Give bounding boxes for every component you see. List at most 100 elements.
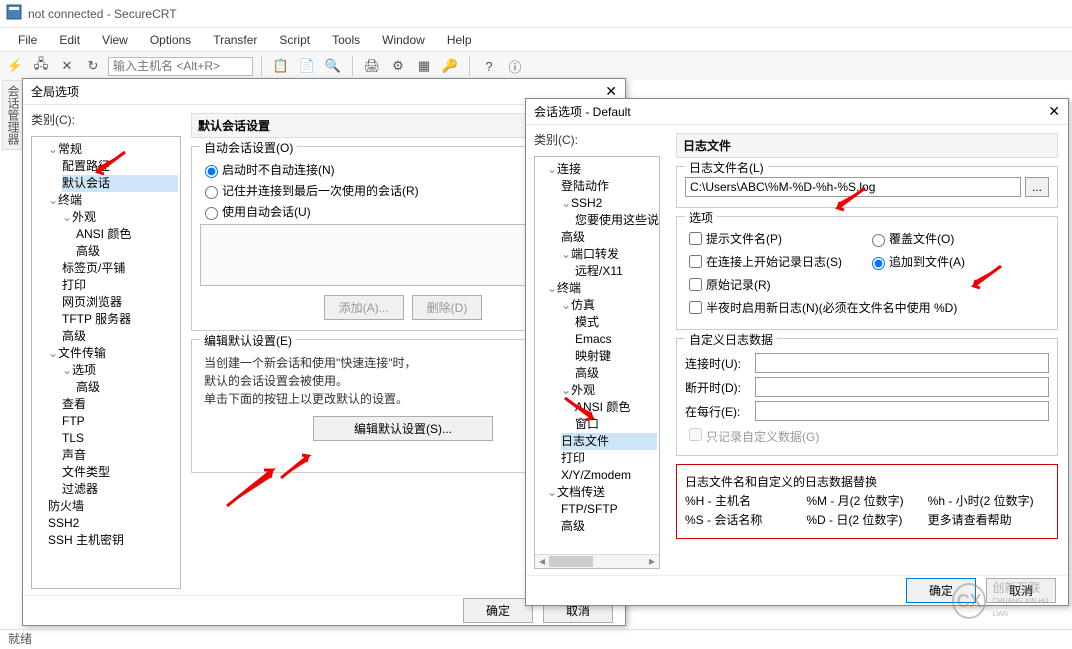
radio-overwrite[interactable] (872, 234, 885, 247)
tree-tabs[interactable]: 标签页/平铺 (62, 260, 178, 277)
tree-tls[interactable]: TLS (62, 430, 178, 447)
tree2-emulation[interactable]: 仿真 (571, 298, 595, 312)
tree2-logon[interactable]: 登陆动作 (561, 178, 657, 195)
tree-view[interactable]: 查看 (62, 396, 178, 413)
toolbar-connect-icon[interactable]: ⚡ (4, 55, 26, 77)
tree-advanced2[interactable]: 高级 (62, 328, 178, 345)
tree2-advanced2[interactable]: 高级 (575, 365, 657, 382)
tree2-mode[interactable]: 模式 (575, 314, 657, 331)
tree-filters[interactable]: 过滤器 (62, 481, 178, 498)
tree-filetransfer[interactable]: 文件传输 (58, 346, 106, 360)
tree2-advanced3[interactable]: 高级 (561, 518, 657, 535)
radio-use-auto[interactable] (205, 207, 218, 220)
tree-ssh2[interactable]: SSH2 (48, 515, 178, 532)
window-title: not connected - SecureCRT (28, 7, 177, 21)
tree-hscroll[interactable]: ◂▸ (535, 554, 659, 568)
chk-midnight[interactable] (689, 301, 702, 314)
tree2-ssh2-hint[interactable]: 您要使用这些说 (575, 212, 657, 229)
tree-filetypes[interactable]: 文件类型 (62, 464, 178, 481)
radio-append[interactable] (872, 257, 885, 270)
toolbar-settings-icon[interactable]: ⚙ (387, 55, 409, 77)
tree-sound[interactable]: 声音 (62, 447, 178, 464)
connect-input[interactable] (755, 353, 1049, 373)
toolbar-copy-icon[interactable]: 📋 (270, 55, 292, 77)
dlg1-ok-button[interactable]: 确定 (463, 598, 533, 623)
tree2-remote-x11[interactable]: 远程/X11 (575, 263, 657, 280)
eachline-input[interactable] (755, 401, 1049, 421)
chk-start-on-connect[interactable] (689, 255, 702, 268)
statusbar: 就绪 (0, 629, 1072, 649)
dlg2-titlebar: 会话选项 - Default ✕ (526, 99, 1068, 125)
delete-button[interactable]: 删除(D) (412, 295, 483, 320)
tree-sshkeys[interactable]: SSH 主机密钥 (48, 532, 178, 549)
menu-file[interactable]: File (8, 31, 47, 49)
tree-advanced3[interactable]: 高级 (76, 379, 178, 396)
menu-help[interactable]: Help (437, 31, 482, 49)
chk-prompt-filename[interactable] (689, 232, 702, 245)
tree2-ssh2[interactable]: SSH2 (571, 196, 602, 210)
tree-appearance[interactable]: 外观 (72, 210, 96, 224)
tree-firewall[interactable]: 防火墙 (48, 498, 178, 515)
dlg2-title: 会话选项 - Default (534, 103, 631, 120)
tree2-print[interactable]: 打印 (561, 450, 657, 467)
menu-view[interactable]: View (92, 31, 138, 49)
dlg1-tree-label: 类别(C): (31, 111, 181, 128)
menu-window[interactable]: Window (372, 31, 435, 49)
menu-tools[interactable]: Tools (322, 31, 370, 49)
tree2-emacs[interactable]: Emacs (575, 331, 657, 348)
toolbar-flash-icon[interactable]: 🖧 (30, 55, 52, 77)
toolbar-sep (261, 56, 262, 76)
menu-script[interactable]: Script (269, 31, 320, 49)
tree-web-browser[interactable]: 网页浏览器 (62, 294, 178, 311)
tree2-connection[interactable]: 连接 (557, 162, 581, 176)
host-input[interactable] (108, 57, 253, 76)
tree-print[interactable]: 打印 (62, 277, 178, 294)
toolbar-sep2 (352, 56, 353, 76)
menu-options[interactable]: Options (140, 31, 201, 49)
dlg1-tree[interactable]: ⌄常规 配置路径 默认会话 ⌄终端 ⌄外观 ANSI 颜色 高级 (31, 136, 181, 589)
radio-remember-last[interactable] (205, 186, 218, 199)
tree-tftp[interactable]: TFTP 服务器 (62, 311, 178, 328)
watermark-logo-icon: CX (952, 583, 986, 619)
tree-general[interactable]: 常规 (58, 142, 82, 156)
radio-no-auto-connect[interactable] (205, 165, 218, 178)
toolbar-find-icon[interactable]: 🔍 (322, 55, 344, 77)
tree-options[interactable]: 选项 (72, 363, 96, 377)
edit-default-button[interactable]: 编辑默认设置(S)... (313, 416, 493, 441)
tree2-appearance[interactable]: 外观 (571, 383, 595, 397)
toolbar-reconnect-icon[interactable]: ↻ (82, 55, 104, 77)
toolbar-about-icon[interactable]: ⓘ (504, 55, 526, 77)
toolbar-help-icon[interactable]: ? (478, 55, 500, 77)
dlg2-tree[interactable]: ⌄连接 登陆动作 ⌄SSH2 您要使用这些说 高级 ⌄端口转发 远程/X11 (534, 156, 660, 569)
dlg2-tree-label: 类别(C): (534, 131, 666, 148)
arrow-annotation-2 (276, 450, 316, 480)
dlg2-close-icon[interactable]: ✕ (1048, 103, 1060, 120)
toolbar-disconnect-icon[interactable]: ✕ (56, 55, 78, 77)
tree-ansi-color[interactable]: ANSI 颜色 (76, 226, 178, 243)
chk-rawlog[interactable] (689, 278, 702, 291)
toolbar-paste-icon[interactable]: 📄 (296, 55, 318, 77)
edit-default-legend: 编辑默认设置(E) (200, 332, 296, 349)
tree2-terminal[interactable]: 终端 (557, 281, 581, 295)
arrow-annotation-4 (830, 186, 870, 216)
browse-button[interactable]: ... (1025, 177, 1049, 197)
toolbar-session-icon[interactable]: ▦ (413, 55, 435, 77)
tree2-logfile[interactable]: 日志文件 (561, 433, 657, 450)
arrow-annotation-1 (90, 150, 130, 180)
tree-ftp[interactable]: FTP (62, 413, 178, 430)
add-button[interactable]: 添加(A)... (324, 295, 404, 320)
tree-advanced[interactable]: 高级 (76, 243, 178, 260)
tree2-portfwd[interactable]: 端口转发 (571, 247, 619, 261)
tree2-mapkey[interactable]: 映射键 (575, 348, 657, 365)
tree2-advanced[interactable]: 高级 (561, 229, 657, 246)
tree-terminal[interactable]: 终端 (58, 193, 82, 207)
tree2-doctransfer[interactable]: 文档传送 (557, 485, 605, 499)
disconnect-input[interactable] (755, 377, 1049, 397)
toolbar-key-icon[interactable]: 🔑 (439, 55, 461, 77)
toolbar-print-icon[interactable]: 🖨 (361, 55, 383, 77)
substitution-group: 日志文件名和自定义的日志数据替换 %H - 主机名 %M - 月(2 位数字) … (676, 464, 1058, 539)
menu-edit[interactable]: Edit (49, 31, 90, 49)
tree2-xyz[interactable]: X/Y/Zmodem (561, 467, 657, 484)
tree2-ftpsftp[interactable]: FTP/SFTP (561, 501, 657, 518)
menu-transfer[interactable]: Transfer (203, 31, 267, 49)
